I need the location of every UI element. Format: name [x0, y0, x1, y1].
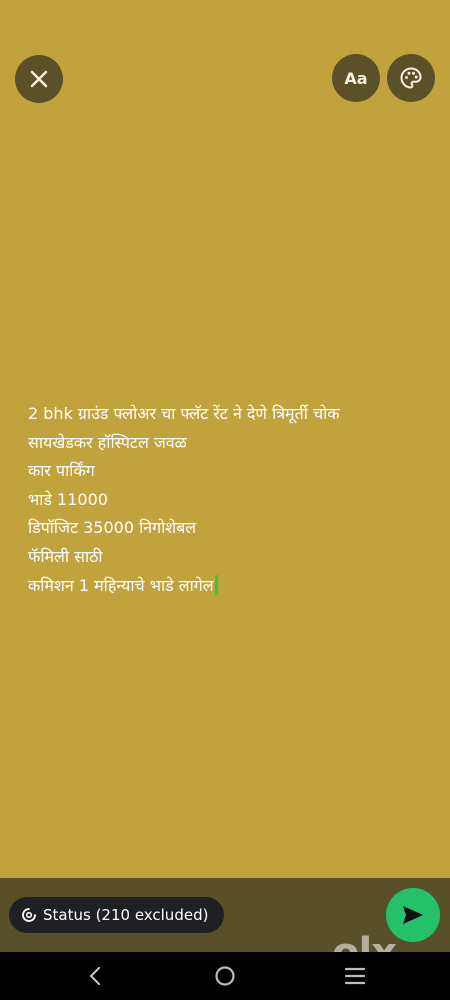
color-palette-button[interactable] — [387, 54, 435, 102]
font-style-label: Aa — [344, 68, 368, 88]
recents-button[interactable] — [343, 964, 367, 988]
home-button[interactable] — [213, 964, 237, 988]
recents-icon — [344, 967, 366, 985]
status-ring-icon — [22, 908, 36, 922]
send-icon — [403, 906, 423, 924]
palette-icon — [400, 67, 422, 89]
status-editor: Aa 2 bhk ग्राउंड फ्लोअर चा फ्लॅट रेंट ने… — [0, 0, 450, 878]
back-button[interactable] — [83, 964, 107, 988]
bottom-bar: Status (210 excluded) olx — [0, 878, 450, 976]
close-icon — [30, 70, 48, 88]
close-button[interactable] — [15, 55, 63, 103]
status-text-content: 2 bhk ग्राउंड फ्लोअर चा फ्लॅट रेंट ने दे… — [28, 404, 340, 595]
font-style-button[interactable]: Aa — [332, 54, 380, 102]
text-cursor — [214, 574, 218, 595]
back-icon — [89, 966, 101, 986]
status-audience-label: Status (210 excluded) — [43, 906, 209, 924]
system-navigation-bar — [0, 952, 450, 1000]
status-text-input[interactable]: 2 bhk ग्राउंड फ्लोअर चा फ्लॅट रेंट ने दे… — [28, 400, 438, 600]
home-icon — [215, 966, 235, 986]
status-audience-chip[interactable]: Status (210 excluded) — [9, 897, 225, 933]
